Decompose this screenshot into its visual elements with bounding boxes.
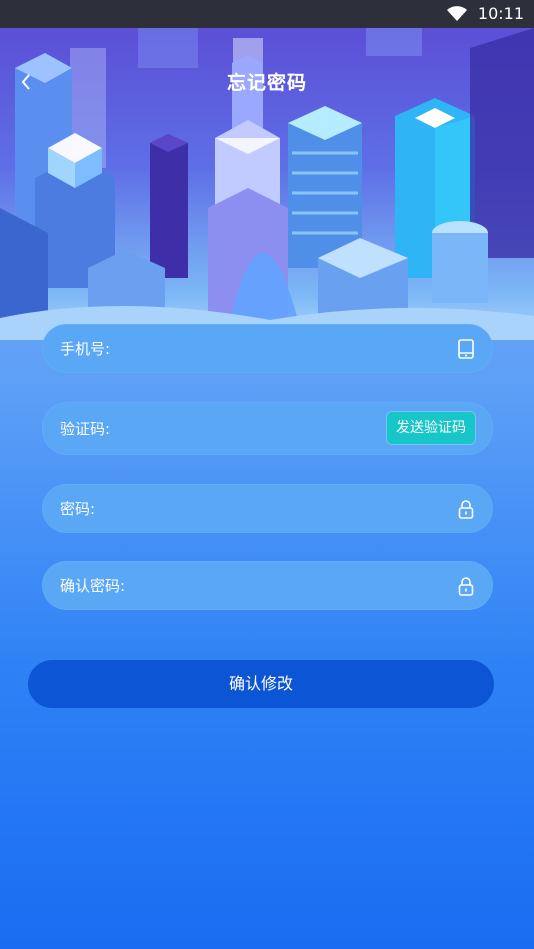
page-title: 忘记密码 <box>226 72 307 94</box>
code-field[interactable]: 验证码: 发送验证码 <box>42 402 493 455</box>
phone-field[interactable]: 手机号: <box>42 324 493 373</box>
send-code-button[interactable]: 发送验证码 <box>387 412 475 444</box>
confirm-change-button[interactable]: 确认修改 <box>28 660 494 708</box>
confirm-password-input[interactable] <box>162 569 443 603</box>
password-label: 密码: <box>60 500 96 518</box>
code-input[interactable] <box>162 412 373 446</box>
lock-icon <box>458 577 474 596</box>
phone-icon <box>458 339 474 359</box>
confirm-password-label: 确认密码: <box>60 577 126 595</box>
phone-input[interactable] <box>162 332 443 366</box>
wifi-icon <box>447 6 467 21</box>
status-time: 10:11 <box>477 4 524 23</box>
password-input[interactable] <box>162 492 443 526</box>
city-illustration: 忘记密码 <box>0 28 534 340</box>
phone-label: 手机号: <box>60 340 111 358</box>
lock-icon <box>458 500 474 519</box>
status-bar: 10:11 <box>0 0 534 28</box>
password-field[interactable]: 密码: <box>42 484 493 533</box>
code-label: 验证码: <box>60 420 111 438</box>
confirm-password-field[interactable]: 确认密码: <box>42 561 493 610</box>
